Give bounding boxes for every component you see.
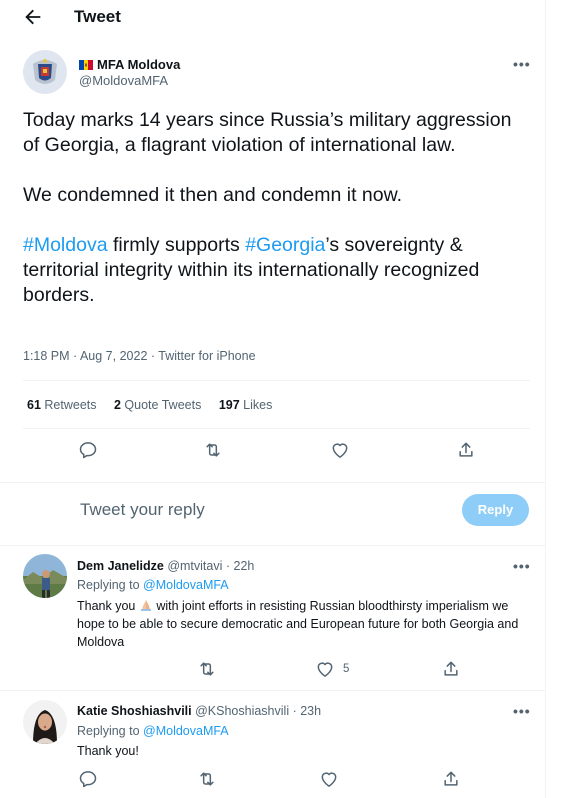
reply-time[interactable]: · 23h xyxy=(293,704,322,718)
reply-author-name[interactable]: Dem Janelidze xyxy=(77,559,164,573)
reply-button[interactable]: Reply xyxy=(462,494,529,526)
folded-hands-emoji-icon xyxy=(139,598,153,611)
moldova-flag-icon xyxy=(79,57,93,70)
hashtag-link[interactable]: #Georgia xyxy=(245,234,325,256)
replying-to: Replying to @MoldovaMFA xyxy=(77,578,229,592)
divider xyxy=(0,545,546,546)
like-icon[interactable] xyxy=(315,659,333,677)
back-arrow-icon[interactable] xyxy=(22,6,44,28)
replying-to-label: Replying to xyxy=(77,578,144,592)
replying-to: Replying to @MoldovaMFA xyxy=(77,724,229,738)
avatar[interactable] xyxy=(23,554,67,598)
like-icon[interactable] xyxy=(330,440,350,460)
reply-text: Thank you with joint efforts in resistin… xyxy=(77,597,532,651)
more-options-icon[interactable]: ••• xyxy=(513,56,531,72)
more-options-icon[interactable]: ••• xyxy=(513,703,531,719)
author-name: MFA Moldova xyxy=(97,57,181,72)
divider xyxy=(0,482,546,483)
reply-author-handle[interactable]: @KShoshiashvili xyxy=(195,704,289,718)
replying-to-label: Replying to xyxy=(77,724,144,738)
reply-time[interactable]: · 22h xyxy=(226,559,255,573)
avatar[interactable] xyxy=(23,50,67,94)
tweet-timestamp[interactable]: 1:18 PM · Aug 7, 2022 · Twitter for iPho… xyxy=(23,349,256,363)
tweet-text: Today marks 14 years since Russia’s mili… xyxy=(23,108,523,308)
author-handle[interactable]: @MoldovaMFA xyxy=(79,73,168,88)
header: Tweet xyxy=(0,0,546,36)
divider xyxy=(23,428,530,429)
reply-like-count: 5 xyxy=(343,663,350,675)
avatar[interactable] xyxy=(23,700,67,744)
quotes-stat[interactable]: 2 Quote Tweets xyxy=(114,398,201,412)
retweets-stat[interactable]: 61 Retweets xyxy=(27,398,97,412)
tweet-stats: 61 Retweets 2 Quote Tweets 197 Likes xyxy=(27,398,286,412)
likes-stat[interactable]: 197 Likes xyxy=(219,398,273,412)
hashtag-link[interactable]: #Moldova xyxy=(23,234,108,256)
replying-to-link[interactable]: @MoldovaMFA xyxy=(143,724,229,738)
share-icon[interactable] xyxy=(456,440,476,460)
tweet-paragraph-2: We condemned it then and condemn it now. xyxy=(23,184,403,206)
share-icon[interactable] xyxy=(441,769,459,787)
share-icon[interactable] xyxy=(441,659,459,677)
author-name-row[interactable]: MFA Moldova xyxy=(79,56,180,74)
reply-icon[interactable] xyxy=(78,769,97,788)
tweet-paragraph-3: #Moldova firmly supports #Georgia’s sove… xyxy=(23,233,523,308)
page-title: Tweet xyxy=(74,7,121,26)
reply-author-name[interactable]: Katie Shoshiashvili xyxy=(77,704,192,718)
replying-to-link[interactable]: @MoldovaMFA xyxy=(143,578,229,592)
tweet-paragraph-1: Today marks 14 years since Russia’s mili… xyxy=(23,109,512,156)
reply-header: Katie Shoshiashvili @KShoshiashvili · 23… xyxy=(77,704,321,718)
retweet-icon[interactable] xyxy=(197,659,215,677)
reply-header: Dem Janelidze @mtvitavi · 22h xyxy=(77,559,254,573)
divider xyxy=(0,690,546,691)
reply-input[interactable]: Tweet your reply xyxy=(80,500,205,520)
reply-text-segment: Thank you xyxy=(77,599,139,613)
tweet-text-segment: firmly supports xyxy=(107,234,246,256)
like-icon[interactable] xyxy=(319,769,337,787)
more-options-icon[interactable]: ••• xyxy=(513,558,531,574)
divider xyxy=(23,380,530,381)
reply-icon[interactable] xyxy=(78,440,98,460)
reply-text: Thank you! xyxy=(77,744,139,758)
retweet-icon[interactable] xyxy=(197,769,215,787)
retweet-icon[interactable] xyxy=(203,440,223,460)
reply-author-handle[interactable]: @mtvitavi xyxy=(167,559,222,573)
